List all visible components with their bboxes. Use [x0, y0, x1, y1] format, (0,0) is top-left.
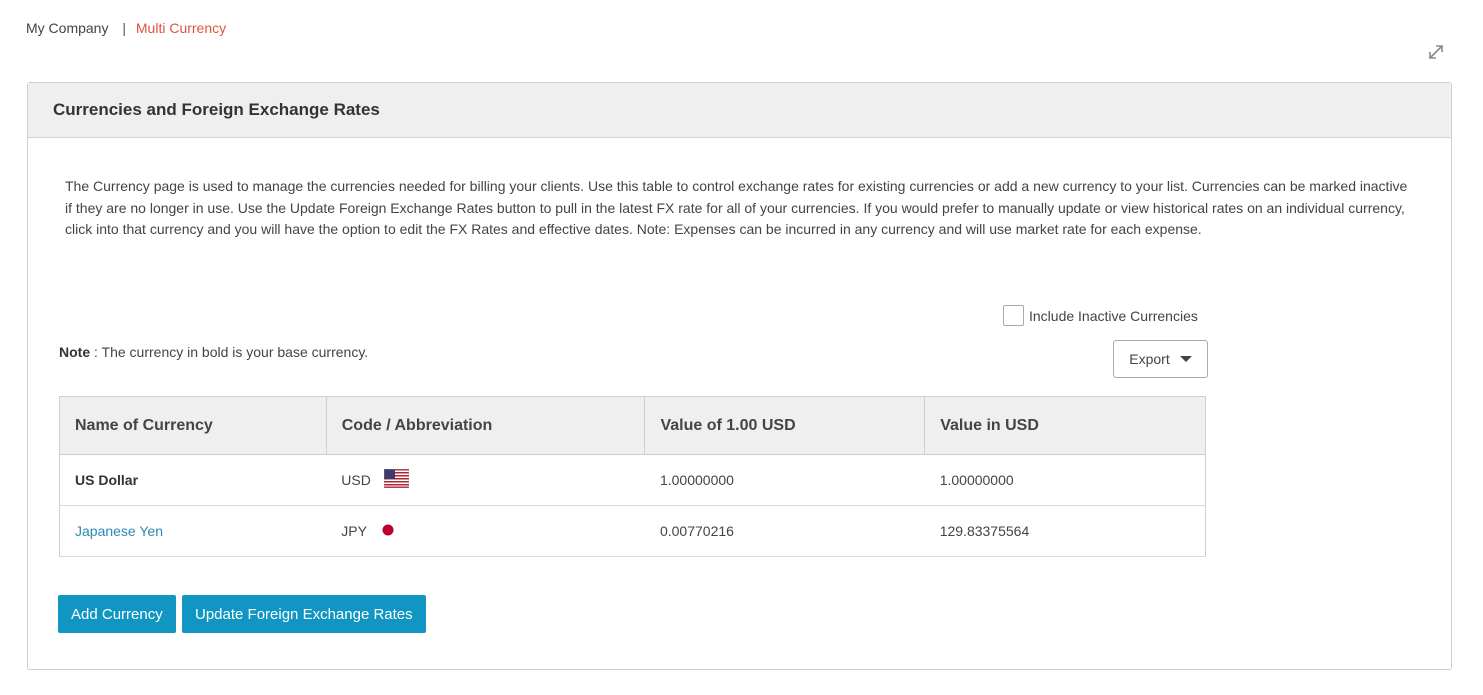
panel-title: Currencies and Foreign Exchange Rates: [28, 83, 1451, 138]
header-name-of-currency: Name of Currency: [59, 396, 327, 455]
update-fx-rates-button[interactable]: Update Foreign Exchange Rates: [182, 595, 426, 633]
breadcrumb: My Company | Multi Currency: [26, 20, 226, 36]
base-currency-note: Note : The currency in bold is your base…: [59, 344, 368, 360]
header-value-in-usd: Value in USD: [924, 396, 1206, 455]
include-inactive-checkbox[interactable]: [1003, 305, 1024, 326]
japan-flag-icon: [380, 520, 405, 542]
expand-arrows-icon[interactable]: [1426, 42, 1446, 62]
note-text: : The currency in bold is your base curr…: [90, 344, 369, 360]
currency-code: JPY: [341, 523, 367, 539]
currency-code-cell: USD: [326, 454, 645, 506]
export-label: Export: [1129, 351, 1170, 367]
header-code-abbreviation: Code / Abbreviation: [325, 396, 646, 455]
breadcrumb-parent[interactable]: My Company: [26, 20, 108, 36]
export-button[interactable]: Export: [1113, 340, 1208, 378]
currencies-panel: Currencies and Foreign Exchange Rates Th…: [27, 82, 1452, 670]
value-of-usd: 0.00770216: [644, 505, 925, 557]
table-row[interactable]: Japanese Yen JPY 0.00770216 129.83375564: [59, 505, 1206, 557]
value-of-usd: 1.00000000: [644, 454, 925, 506]
currency-code: USD: [341, 472, 371, 488]
panel-description: The Currency page is used to manage the …: [65, 178, 1408, 237]
table-row: US Dollar USD 1.00000000 1.00000000: [59, 454, 1206, 506]
breadcrumb-separator: |: [122, 20, 126, 36]
add-currency-button[interactable]: Add Currency: [58, 595, 176, 633]
currency-code-cell: JPY: [326, 505, 645, 557]
table-header-row: Name of Currency Code / Abbreviation Val…: [59, 396, 1206, 455]
value-in-usd: 129.83375564: [924, 505, 1206, 557]
include-inactive-toggle[interactable]: Include Inactive Currencies: [1003, 305, 1198, 326]
us-flag-icon: [383, 468, 410, 491]
currency-name: US Dollar: [59, 454, 327, 506]
include-inactive-label: Include Inactive Currencies: [1029, 307, 1198, 324]
currency-name-link[interactable]: Japanese Yen: [59, 505, 327, 557]
value-in-usd: 1.00000000: [924, 454, 1206, 506]
note-label: Note: [59, 344, 91, 360]
header-value-of-usd: Value of 1.00 USD: [644, 396, 926, 455]
caret-down-icon: [1179, 356, 1192, 362]
breadcrumb-current: Multi Currency: [135, 20, 227, 36]
currency-table: Name of Currency Code / Abbreviation Val…: [59, 396, 1206, 557]
